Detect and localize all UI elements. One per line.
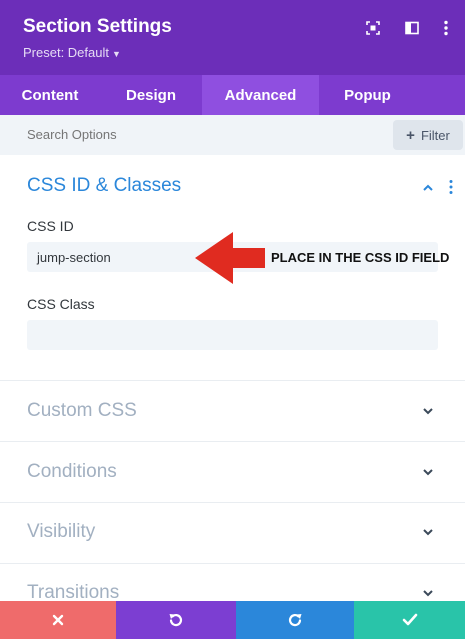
filter-label: Filter	[420, 127, 450, 143]
tab-design[interactable]: Design	[100, 75, 202, 115]
chevron-down-icon[interactable]	[420, 585, 436, 601]
tab-content[interactable]: Content	[0, 75, 100, 115]
settings-header: Section Settings Preset: Default ▼	[0, 0, 465, 75]
divider	[0, 441, 465, 442]
chevron-down-icon[interactable]	[420, 464, 436, 480]
divider	[0, 502, 465, 503]
section-title-css-id-classes[interactable]: CSS ID & Classes	[27, 175, 181, 197]
settings-tabs: Content Design Advanced Popup	[0, 75, 465, 115]
caret-down-icon: ▼	[112, 49, 121, 59]
section-title-conditions[interactable]: Conditions	[27, 461, 117, 483]
redo-button[interactable]	[236, 601, 354, 639]
divider	[0, 380, 465, 381]
section-title-visibility[interactable]: Visibility	[27, 521, 95, 543]
check-icon	[402, 613, 417, 626]
undo-button[interactable]	[116, 601, 236, 639]
section-more-icon[interactable]	[448, 179, 454, 195]
sidebar-toggle-icon[interactable]	[402, 18, 422, 38]
save-button[interactable]	[354, 601, 465, 639]
plus-icon: +	[406, 126, 415, 144]
css-id-label: CSS ID	[27, 218, 74, 234]
preset-dropdown[interactable]: Preset: Default ▼	[23, 45, 121, 60]
annotation-text: PLACE IN THE CSS ID FIELD	[271, 250, 450, 265]
undo-icon	[169, 614, 183, 627]
divider	[0, 563, 465, 564]
annotation-arrow-icon	[195, 232, 265, 284]
redo-icon	[288, 614, 302, 627]
tab-advanced[interactable]: Advanced	[202, 75, 319, 115]
css-class-field[interactable]	[27, 320, 438, 350]
css-class-label: CSS Class	[27, 296, 95, 312]
close-icon	[52, 614, 64, 626]
expand-icon[interactable]	[363, 18, 383, 38]
css-id-value: jump-section	[37, 250, 111, 265]
modal-title: Section Settings	[23, 16, 172, 37]
chevron-up-icon[interactable]	[420, 180, 436, 196]
tab-popup[interactable]: Popup	[319, 75, 416, 115]
discard-button[interactable]	[0, 601, 116, 639]
search-input[interactable]	[27, 127, 327, 142]
chevron-down-icon[interactable]	[420, 524, 436, 540]
more-options-icon[interactable]	[436, 18, 456, 38]
chevron-down-icon[interactable]	[420, 403, 436, 419]
footer-actions	[0, 601, 465, 639]
section-title-custom-css[interactable]: Custom CSS	[27, 400, 137, 422]
preset-label: Preset: Default	[23, 45, 109, 60]
filter-button[interactable]: + Filter	[393, 120, 463, 150]
